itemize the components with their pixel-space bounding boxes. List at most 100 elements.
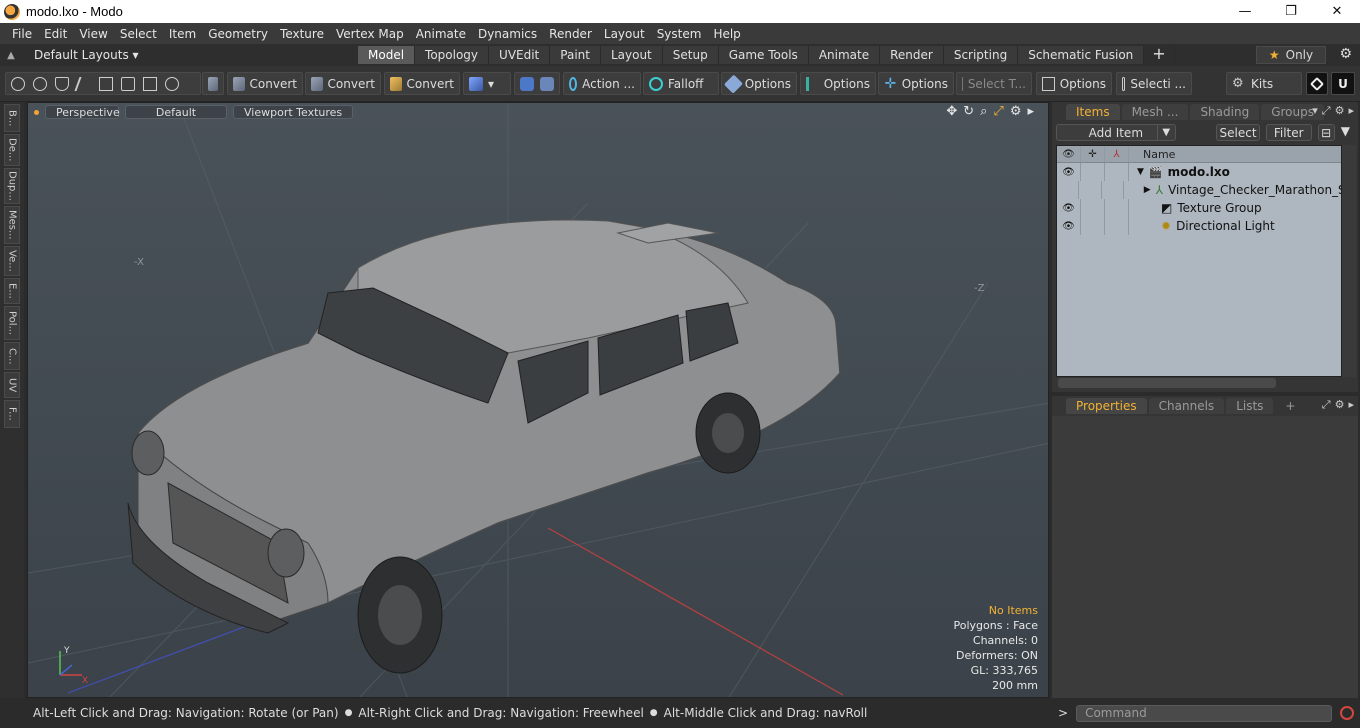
close-button[interactable]: ✕ xyxy=(1314,0,1360,23)
add-tab-button[interactable]: + xyxy=(1144,46,1175,64)
funnel-filter-icon[interactable]: ▼ xyxy=(1341,124,1354,142)
menu-file[interactable]: File xyxy=(6,27,38,41)
panel-gear-icon[interactable]: ⚙ xyxy=(1335,104,1345,118)
name-column-header[interactable]: Name xyxy=(1129,148,1175,161)
tab-render[interactable]: Render xyxy=(880,46,944,64)
select-button[interactable]: Select xyxy=(1216,124,1260,141)
convert-button-1[interactable]: Convert xyxy=(227,72,303,95)
tree-row[interactable]: 👁 ▼ 🎬 modo.lxo xyxy=(1057,163,1341,181)
menu-texture[interactable]: Texture xyxy=(274,27,330,41)
maximize-button[interactable]: ❐ xyxy=(1268,0,1314,23)
visibility-eye-icon[interactable]: 👁 xyxy=(1057,217,1081,235)
viewport-expand-arrow-icon[interactable]: ▸ xyxy=(1027,104,1034,119)
unreal-button[interactable]: U xyxy=(1331,72,1355,95)
tab-channels[interactable]: Channels xyxy=(1148,398,1225,414)
auto-select-icon[interactable] xyxy=(165,76,179,91)
menu-item[interactable]: Item xyxy=(163,27,202,41)
record-macro-icon[interactable] xyxy=(1340,706,1355,720)
tree-row[interactable]: 👁 ✹ Directional Light xyxy=(1057,217,1341,235)
menu-help[interactable]: Help xyxy=(707,27,746,41)
collapse-arrow-icon[interactable]: ▲ xyxy=(0,50,22,61)
unity-button[interactable] xyxy=(1306,72,1328,95)
panel-expand-icon[interactable]: ⤢ xyxy=(1322,104,1331,118)
expand-triangle-icon[interactable]: ▶ xyxy=(1144,185,1151,195)
add-item-dropdown-icon[interactable]: ▼ xyxy=(1156,125,1175,140)
add-panel-tab-button[interactable]: + xyxy=(1275,398,1305,414)
lock-column-icon[interactable]: ✛ xyxy=(1081,146,1105,162)
falloff-button[interactable]: Falloff xyxy=(643,72,719,95)
tab-animate[interactable]: Animate xyxy=(808,46,881,64)
panel-arrow-icon[interactable]: ▸ xyxy=(1348,104,1354,118)
tab-properties[interactable]: Properties xyxy=(1066,398,1147,414)
maximize-viewport-icon[interactable]: ⤢ xyxy=(993,104,1003,119)
left-tab-uv[interactable]: UV xyxy=(4,372,20,398)
tab-topology[interactable]: Topology xyxy=(415,46,490,64)
left-tab-vertex[interactable]: Ve... xyxy=(4,246,20,276)
left-tab-curve[interactable]: C... xyxy=(4,342,20,370)
tree-horizontal-scrollbar[interactable] xyxy=(1058,378,1276,388)
tab-model[interactable]: Model xyxy=(358,46,416,64)
panel-arrow-icon[interactable]: ▸ xyxy=(1348,398,1354,412)
view-type-dropdown[interactable]: Perspective xyxy=(45,105,120,119)
convert-button-2[interactable]: Convert xyxy=(305,72,381,95)
edge-mode-icon[interactable] xyxy=(33,76,47,91)
tab-mesh[interactable]: Mesh ... xyxy=(1121,104,1189,120)
selection-sets-button[interactable]: Selecti ... xyxy=(1116,72,1192,95)
selection-column-icon[interactable]: ⅄ xyxy=(1105,146,1129,162)
viewport-textures-dropdown[interactable]: Viewport Textures xyxy=(233,105,354,119)
pivot-mode-icon[interactable] xyxy=(99,76,113,91)
select-through-button[interactable]: Select T... xyxy=(956,72,1032,95)
action-center-button[interactable]: Action ... xyxy=(563,72,641,95)
menu-render[interactable]: Render xyxy=(543,27,598,41)
tab-lists[interactable]: Lists xyxy=(1226,398,1274,414)
expand-triangle-icon[interactable]: ▼ xyxy=(1137,167,1144,177)
tab-setup[interactable]: Setup xyxy=(662,46,719,64)
filter-button[interactable]: Filter xyxy=(1265,124,1312,141)
visibility-eye-icon[interactable]: 👁 xyxy=(1057,163,1081,181)
viewport-gear-icon[interactable]: ⚙ xyxy=(1010,104,1022,119)
mesh-cube-button[interactable] xyxy=(202,72,224,95)
vertex-mode-icon[interactable] xyxy=(11,76,25,91)
symmetry-dropdown[interactable]: ▾ xyxy=(463,72,511,95)
shield-snap-icon[interactable] xyxy=(520,76,534,91)
tree-vertical-scrollbar[interactable] xyxy=(1342,145,1356,377)
default-layouts-dropdown[interactable]: Default Layouts ▾ xyxy=(34,48,314,62)
left-tab-polygon[interactable]: Pol... xyxy=(4,306,20,340)
tab-items[interactable]: Items xyxy=(1066,104,1120,120)
tab-paint[interactable]: Paint xyxy=(550,46,601,64)
tab-layout[interactable]: Layout xyxy=(600,46,663,64)
menu-animate[interactable]: Animate xyxy=(410,27,472,41)
zoom-icon[interactable]: ⌕ xyxy=(980,104,987,119)
panel-menu-arrow-icon[interactable]: ▾ xyxy=(1312,104,1318,118)
rotate-icon[interactable]: ↻ xyxy=(963,104,974,119)
center-mode-icon[interactable] xyxy=(121,76,135,91)
left-tab-deform[interactable]: De... xyxy=(4,134,20,166)
tab-shading[interactable]: Shading xyxy=(1190,104,1260,120)
menu-system[interactable]: System xyxy=(651,27,708,41)
panel-gear-icon[interactable]: ⚙ xyxy=(1335,398,1345,412)
menu-geometry[interactable]: Geometry xyxy=(202,27,274,41)
options-button-1[interactable]: Options xyxy=(721,72,797,95)
item-mode-icon[interactable] xyxy=(74,76,94,91)
panel-expand-icon[interactable]: ⤢ xyxy=(1322,398,1331,412)
tab-schematic-fusion[interactable]: Schematic Fusion xyxy=(1018,46,1145,64)
gear-icon[interactable]: ⚙ xyxy=(1339,46,1352,62)
only-toggle-button[interactable]: ★ Only xyxy=(1256,46,1326,64)
menu-dynamics[interactable]: Dynamics xyxy=(472,27,543,41)
tab-game-tools[interactable]: Game Tools xyxy=(718,46,809,64)
viewport-menu-dot-icon[interactable] xyxy=(34,109,39,115)
minimize-button[interactable]: — xyxy=(1222,0,1268,23)
left-tab-fusion[interactable]: F... xyxy=(4,400,20,428)
menu-vertex-map[interactable]: Vertex Map xyxy=(330,27,410,41)
visibility-column-eye-icon[interactable]: 👁 xyxy=(1057,146,1081,162)
tab-scripting[interactable]: Scripting xyxy=(943,46,1019,64)
menu-edit[interactable]: Edit xyxy=(38,27,73,41)
left-tab-duplicate[interactable]: Dup... xyxy=(4,168,20,204)
kits-button[interactable]: ⚙ Kits xyxy=(1226,72,1302,95)
tab-uvedit[interactable]: UVEdit xyxy=(489,46,551,64)
left-tab-basic[interactable]: B... xyxy=(4,104,20,132)
menu-layout[interactable]: Layout xyxy=(598,27,651,41)
pan-icon[interactable]: ✥ xyxy=(946,104,957,119)
options-button-4[interactable]: Options xyxy=(1036,72,1112,95)
3d-viewport[interactable]: -X -Z Perspective Default Viewport Textu… xyxy=(27,102,1049,698)
